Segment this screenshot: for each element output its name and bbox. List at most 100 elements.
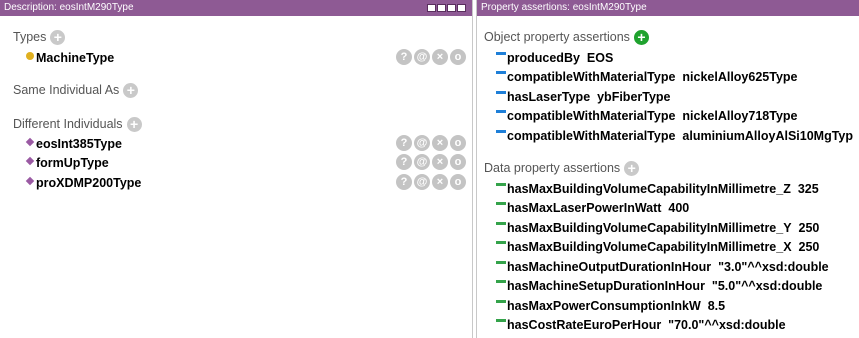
property-name: hasCostRateEuroPerHour [507, 318, 662, 332]
description-panel: Description: eosIntM290Type Types + Mach… [0, 0, 473, 338]
annotate-icon[interactable]: @ [414, 49, 430, 65]
data-property-icon [496, 183, 506, 186]
types-section-title: Types + [13, 29, 66, 45]
property-name: hasMaxBuildingVolumeCapabilityInMillimet… [507, 240, 792, 254]
row-actions: ? @ × o [396, 49, 466, 65]
edit-icon[interactable]: o [450, 154, 466, 170]
row-actions: ? @ × o [396, 154, 466, 170]
data-property-icon [496, 202, 506, 205]
data-property-row[interactable]: hasMaxBuildingVolumeCapabilityInMillimet… [477, 219, 859, 237]
pin-view-button[interactable] [427, 4, 436, 12]
view-controls[interactable] [427, 4, 466, 12]
object-property-section-title: Object property assertions + [484, 29, 649, 45]
property-name: compatibleWithMaterialType [507, 129, 676, 143]
delete-icon[interactable]: × [432, 135, 448, 151]
data-property-row[interactable]: hasMachineSetupDurationInHour "5.0"^^xsd… [477, 277, 859, 295]
individual-label: eosInt385Type [36, 137, 122, 151]
edit-icon[interactable]: o [450, 49, 466, 65]
property-name: hasMaxBuildingVolumeCapabilityInMillimet… [507, 221, 792, 235]
annotate-icon[interactable]: @ [414, 174, 430, 190]
help-icon[interactable]: ? [396, 154, 412, 170]
object-property-row[interactable]: producedBy EOS [477, 49, 859, 67]
row-actions: ? @ × o [396, 174, 466, 190]
data-property-icon [496, 222, 506, 225]
object-property-icon [496, 52, 506, 55]
different-individual-row[interactable]: eosInt385Type ? @ × o [0, 135, 472, 153]
individual-icon [25, 176, 35, 186]
data-property-row[interactable]: hasMachineOutputDurationInHour "3.0"^^xs… [477, 258, 859, 276]
add-different-individual-button[interactable]: + [126, 116, 142, 132]
property-name: hasMachineOutputDurationInHour [507, 260, 712, 274]
float-view-button[interactable] [437, 4, 446, 12]
object-property-icon [496, 71, 506, 74]
add-object-property-button[interactable]: + [633, 29, 649, 45]
property-name: hasMaxLaserPowerInWatt [507, 201, 662, 215]
edit-icon[interactable]: o [450, 174, 466, 190]
individual-label: formUpType [36, 156, 109, 170]
different-individual-row[interactable]: formUpType ? @ × o [0, 154, 472, 172]
property-value: EOS [586, 51, 614, 65]
property-name: compatibleWithMaterialType [507, 109, 676, 123]
edit-icon[interactable]: o [450, 135, 466, 151]
data-property-row[interactable]: hasCostRateEuroPerHour "70.0"^^xsd:doubl… [477, 316, 859, 334]
help-icon[interactable]: ? [396, 49, 412, 65]
property-name: compatibleWithMaterialType [507, 70, 676, 84]
property-value: 325 [797, 182, 819, 196]
data-property-row[interactable]: hasMaxBuildingVolumeCapabilityInMillimet… [477, 238, 859, 256]
object-property-icon [496, 110, 506, 113]
annotate-icon[interactable]: @ [414, 135, 430, 151]
property-value: 250 [798, 221, 820, 235]
object-property-row[interactable]: compatibleWithMaterialType nickelAlloy71… [477, 107, 859, 125]
property-name: hasMaxBuildingVolumeCapabilityInMillimet… [507, 182, 791, 196]
property-value: aluminiumAlloyAlSi10MgTyp [682, 129, 854, 143]
add-type-button[interactable]: + [50, 29, 66, 45]
data-property-icon [496, 241, 506, 244]
property-name: hasMachineSetupDurationInHour [507, 279, 705, 293]
data-property-icon [496, 300, 506, 303]
different-individuals-section-title: Different Individuals + [13, 116, 142, 132]
different-individual-row[interactable]: proXDMP200Type ? @ × o [0, 174, 472, 192]
data-property-row[interactable]: hasMaxLaserPowerInWatt 400 [477, 199, 859, 217]
object-property-icon [496, 130, 506, 133]
object-property-row[interactable]: compatibleWithMaterialType aluminiumAllo… [477, 127, 859, 145]
property-value: ybFiberType [597, 90, 671, 104]
type-label: MachineType [36, 51, 115, 65]
add-same-individual-button[interactable]: + [123, 82, 139, 98]
delete-icon[interactable]: × [432, 154, 448, 170]
object-property-row[interactable]: hasLaserType ybFiberType [477, 88, 859, 106]
type-row[interactable]: MachineType ? @ × o [0, 49, 472, 67]
class-icon [26, 52, 34, 60]
property-value: 8.5 [707, 299, 726, 313]
annotate-icon[interactable]: @ [414, 154, 430, 170]
data-property-icon [496, 280, 506, 283]
data-property-icon [496, 261, 506, 264]
help-icon[interactable]: ? [396, 135, 412, 151]
data-property-icon [496, 319, 506, 322]
description-header: Description: eosIntM290Type [0, 0, 472, 16]
data-property-row[interactable]: hasMaxBuildingVolumeCapabilityInMillimet… [477, 180, 859, 198]
add-data-property-button[interactable]: + [624, 160, 640, 176]
individual-icon [25, 137, 35, 147]
property-value: "70.0"^^xsd:double [668, 318, 786, 332]
object-property-icon [496, 91, 506, 94]
property-name: producedBy [507, 51, 580, 65]
individual-icon [25, 156, 35, 166]
property-assertions-panel: Property assertions: eosIntM290Type Obje… [476, 0, 859, 338]
help-icon[interactable]: ? [396, 174, 412, 190]
property-value: 400 [668, 201, 690, 215]
property-value: nickelAlloy625Type [682, 70, 798, 84]
property-value: "3.0"^^xsd:double [718, 260, 829, 274]
delete-icon[interactable]: × [432, 174, 448, 190]
property-value: 250 [798, 240, 820, 254]
property-name: hasLaserType [507, 90, 591, 104]
individual-label: proXDMP200Type [36, 176, 142, 190]
close-view-button[interactable] [457, 4, 466, 12]
same-individual-section-title: Same Individual As + [13, 82, 139, 98]
property-value: "5.0"^^xsd:double [711, 279, 823, 293]
object-property-row[interactable]: compatibleWithMaterialType nickelAlloy62… [477, 68, 859, 86]
data-property-row[interactable]: hasMaxPowerConsumptionInkW 8.5 [477, 297, 859, 315]
delete-icon[interactable]: × [432, 49, 448, 65]
property-assertions-title: Property assertions: eosIntM290Type [481, 2, 647, 13]
maximize-view-button[interactable] [447, 4, 456, 12]
data-property-section-title: Data property assertions + [484, 160, 640, 176]
